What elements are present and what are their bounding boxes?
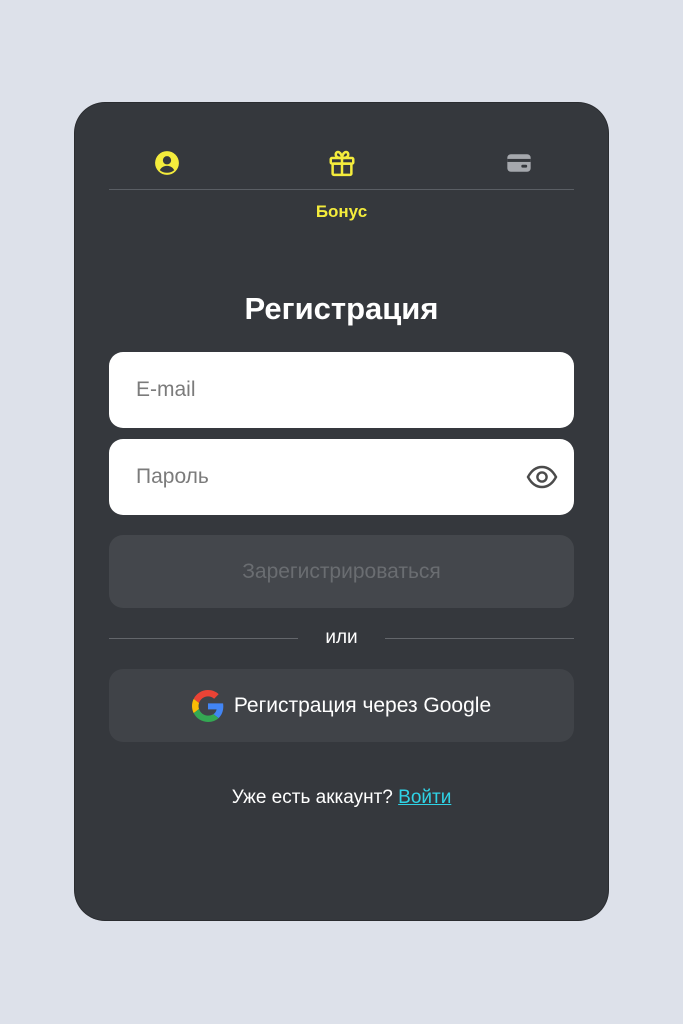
show-password-toggle[interactable] xyxy=(526,461,558,493)
eye-icon xyxy=(526,465,558,489)
user-circle-icon xyxy=(155,151,179,175)
register-button[interactable]: Зарегистрироваться xyxy=(109,535,574,608)
google-signup-button[interactable]: Регистрация через Google xyxy=(109,669,574,742)
tab-profile[interactable] xyxy=(147,143,187,183)
wallet-icon xyxy=(507,154,531,172)
divider-line-right xyxy=(385,638,574,639)
gift-icon xyxy=(329,150,355,177)
registration-card: Бонус Регистрация Зарегистрироваться или xyxy=(75,103,608,920)
login-link[interactable]: Войти xyxy=(398,787,451,808)
login-question: Уже есть аккаунт? xyxy=(231,787,393,808)
email-field[interactable] xyxy=(109,352,574,428)
google-icon xyxy=(191,689,224,722)
google-button-label: Регистрация через Google xyxy=(233,693,492,717)
login-prompt: Уже есть аккаунт? Войти xyxy=(75,787,608,809)
or-divider: или xyxy=(109,625,574,651)
password-field-container xyxy=(109,439,574,515)
page-title: Регистрация xyxy=(244,291,439,326)
tab-wallet[interactable] xyxy=(499,143,539,183)
tab-bonus[interactable] xyxy=(322,143,362,183)
tab-bar xyxy=(109,143,574,190)
password-field[interactable] xyxy=(109,439,574,515)
email-field-container xyxy=(109,352,574,428)
active-tab-label: Бонус xyxy=(315,202,368,221)
